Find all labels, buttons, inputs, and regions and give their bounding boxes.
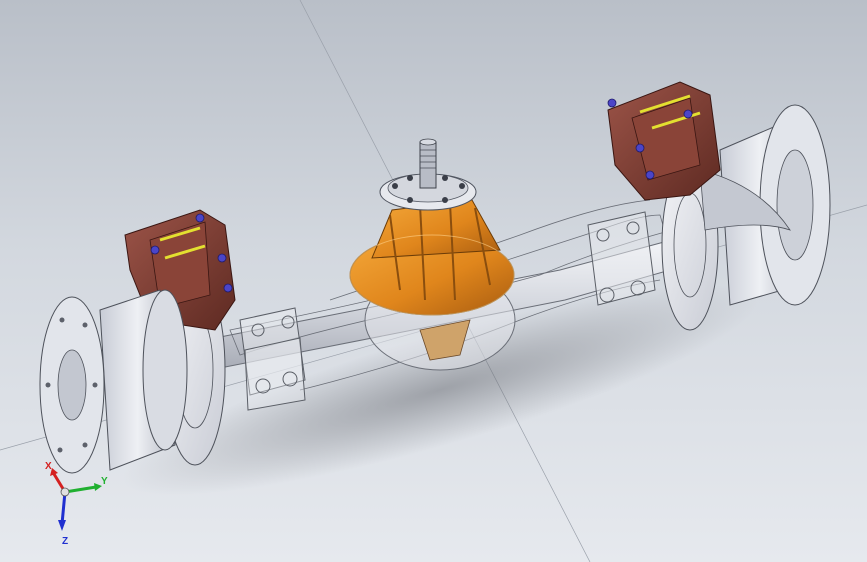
coordinate-triad[interactable]: X Y Z [45,461,108,547]
left-spring-mount[interactable] [239,307,306,411]
right-spring-mount[interactable] [587,211,656,306]
triad-z-label: Z [62,536,68,547]
pinion-shaft[interactable] [419,138,437,189]
axle-assembly-model[interactable]: X Y Z [0,0,867,562]
triad-x-label: X [45,461,52,472]
right-wheel-hub[interactable] [699,104,831,306]
cad-viewport[interactable]: X Y Z [0,0,867,562]
differential-carrier[interactable] [349,199,515,316]
left-wheel-hub[interactable] [39,289,188,474]
right-brake-caliper[interactable] [607,81,721,201]
triad-y-label: Y [101,476,108,487]
